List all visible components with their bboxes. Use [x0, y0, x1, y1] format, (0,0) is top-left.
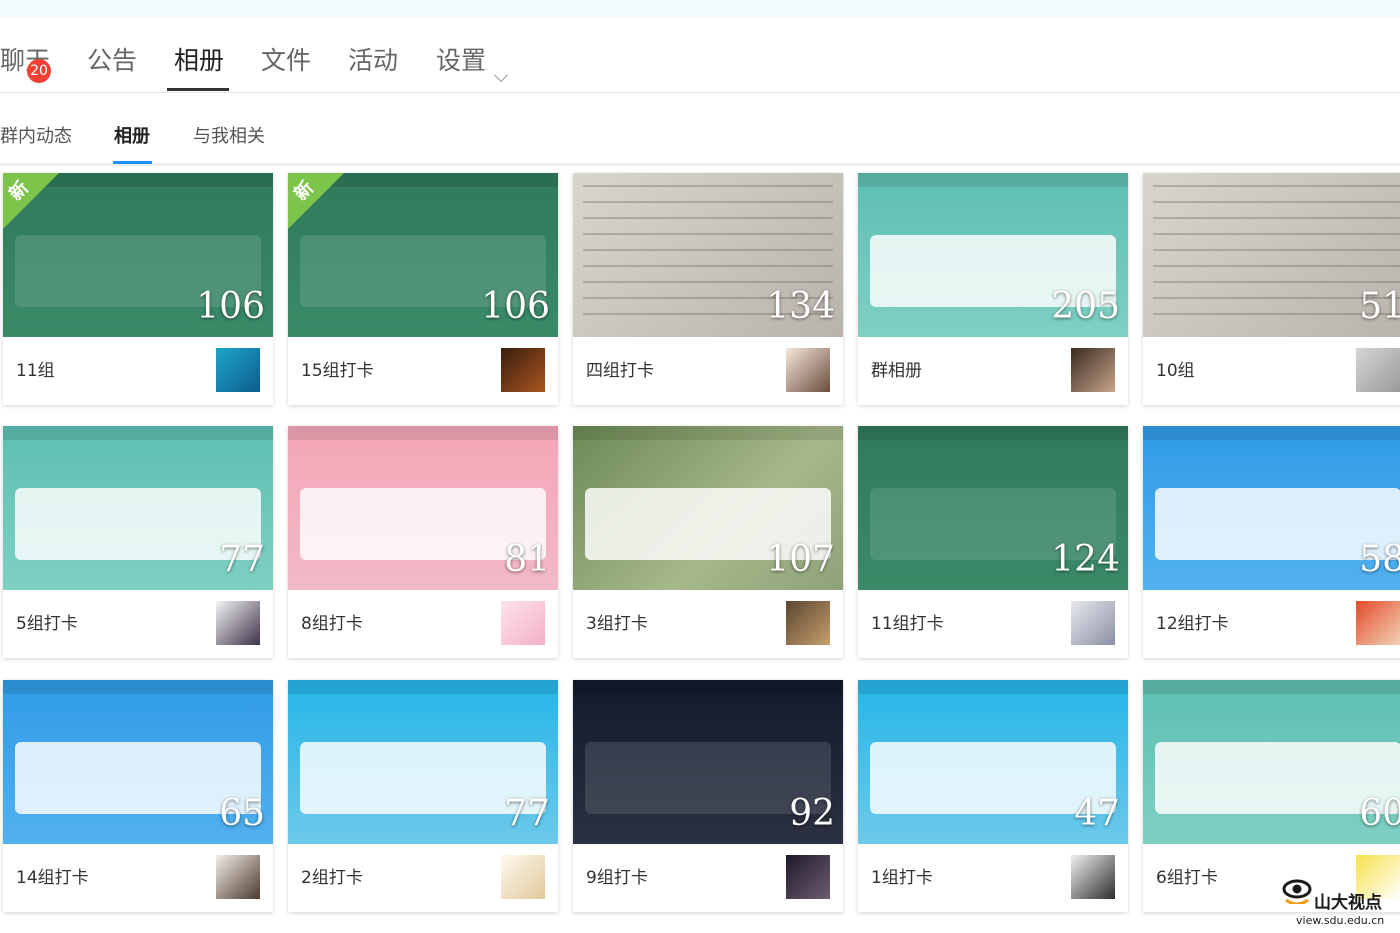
- unread-badge: 20: [27, 59, 51, 83]
- top-strip: [0, 0, 1400, 18]
- photo-count: 205: [1051, 286, 1120, 327]
- watermark-title: 山大视点: [1314, 893, 1382, 913]
- album-card[interactable]: 124 11组打卡: [858, 426, 1128, 658]
- album-name: 5组打卡: [16, 614, 78, 634]
- sub-tab-bar: 群内动态 相册 与我相关: [0, 93, 1400, 166]
- album-card[interactable]: 77 5组打卡: [3, 426, 273, 658]
- photo-count: 65: [219, 793, 265, 834]
- photo-count: 106: [481, 286, 550, 327]
- album-card[interactable]: 58 12组打卡: [1143, 426, 1400, 658]
- avatar: [786, 348, 830, 392]
- tab-album[interactable]: 相册: [174, 43, 224, 79]
- photo-count: 106: [196, 286, 265, 327]
- avatar: [1071, 855, 1115, 899]
- album-name: 2组打卡: [301, 868, 363, 888]
- photo-count: 124: [1051, 539, 1120, 580]
- album-card[interactable]: 205 群相册: [858, 173, 1128, 405]
- album-name: 10组: [1156, 361, 1195, 381]
- avatar: [1071, 601, 1115, 645]
- album-name: 9组打卡: [586, 868, 648, 888]
- avatar: [216, 348, 260, 392]
- chevron-down-icon[interactable]: [493, 67, 509, 83]
- photo-count: 134: [766, 286, 835, 327]
- avatar: [786, 855, 830, 899]
- album-card[interactable]: 51 10组: [1143, 173, 1400, 405]
- avatar: [501, 348, 545, 392]
- tab-files[interactable]: 文件: [261, 43, 311, 79]
- tab-settings[interactable]: 设置: [436, 43, 486, 79]
- album-name: 11组打卡: [871, 614, 944, 634]
- album-name: 15组打卡: [301, 361, 374, 381]
- album-card[interactable]: 65 14组打卡: [3, 680, 273, 912]
- album-card[interactable]: 92 9组打卡: [573, 680, 843, 912]
- album-name: 四组打卡: [586, 361, 654, 381]
- subtab-feed[interactable]: 群内动态: [0, 125, 72, 149]
- album-card[interactable]: 107 3组打卡: [573, 426, 843, 658]
- subtab-related[interactable]: 与我相关: [193, 125, 265, 149]
- album-name: 11组: [16, 361, 55, 381]
- avatar: [501, 855, 545, 899]
- photo-count: 47: [1074, 793, 1120, 834]
- avatar: [1356, 601, 1400, 645]
- main-tab-bar: 聊天 20 公告 相册 文件 活动 设置: [0, 18, 1400, 93]
- photo-count: 77: [504, 793, 550, 834]
- photo-count: 107: [766, 539, 835, 580]
- album-card[interactable]: 81 8组打卡: [288, 426, 558, 658]
- album-name: 8组打卡: [301, 614, 363, 634]
- watermark-url: view.sdu.edu.cn: [1296, 914, 1385, 927]
- avatar: [786, 601, 830, 645]
- album-card[interactable]: 77 2组打卡: [288, 680, 558, 912]
- album-card[interactable]: 47 1组打卡: [858, 680, 1128, 912]
- album-name: 14组打卡: [16, 868, 89, 888]
- avatar: [216, 601, 260, 645]
- album-name: 12组打卡: [1156, 614, 1229, 634]
- photo-count: 81: [504, 539, 550, 580]
- album-card[interactable]: 新 106 11组: [3, 173, 273, 405]
- photo-count: 51: [1359, 286, 1400, 327]
- avatar: [1356, 348, 1400, 392]
- album-name: 1组打卡: [871, 868, 933, 888]
- avatar: [216, 855, 260, 899]
- watermark: 山大视点 view.sdu.edu.cn: [1278, 868, 1400, 933]
- avatar: [1071, 348, 1115, 392]
- album-card[interactable]: 新 106 15组打卡: [288, 173, 558, 405]
- photo-count: 92: [789, 793, 835, 834]
- photo-count: 77: [219, 539, 265, 580]
- album-name: 群相册: [871, 361, 922, 381]
- eye-logo-icon: [1282, 879, 1312, 904]
- active-tab-indicator: [167, 88, 229, 91]
- subtab-album[interactable]: 相册: [114, 125, 150, 149]
- tab-activity[interactable]: 活动: [348, 43, 398, 79]
- photo-count: 58: [1359, 539, 1400, 580]
- album-name: 6组打卡: [1156, 868, 1218, 888]
- tab-notice[interactable]: 公告: [87, 43, 137, 79]
- active-subtab-indicator: [113, 161, 152, 164]
- album-name: 3组打卡: [586, 614, 648, 634]
- photo-count: 60: [1359, 793, 1400, 834]
- avatar: [501, 601, 545, 645]
- album-card[interactable]: 134 四组打卡: [573, 173, 843, 405]
